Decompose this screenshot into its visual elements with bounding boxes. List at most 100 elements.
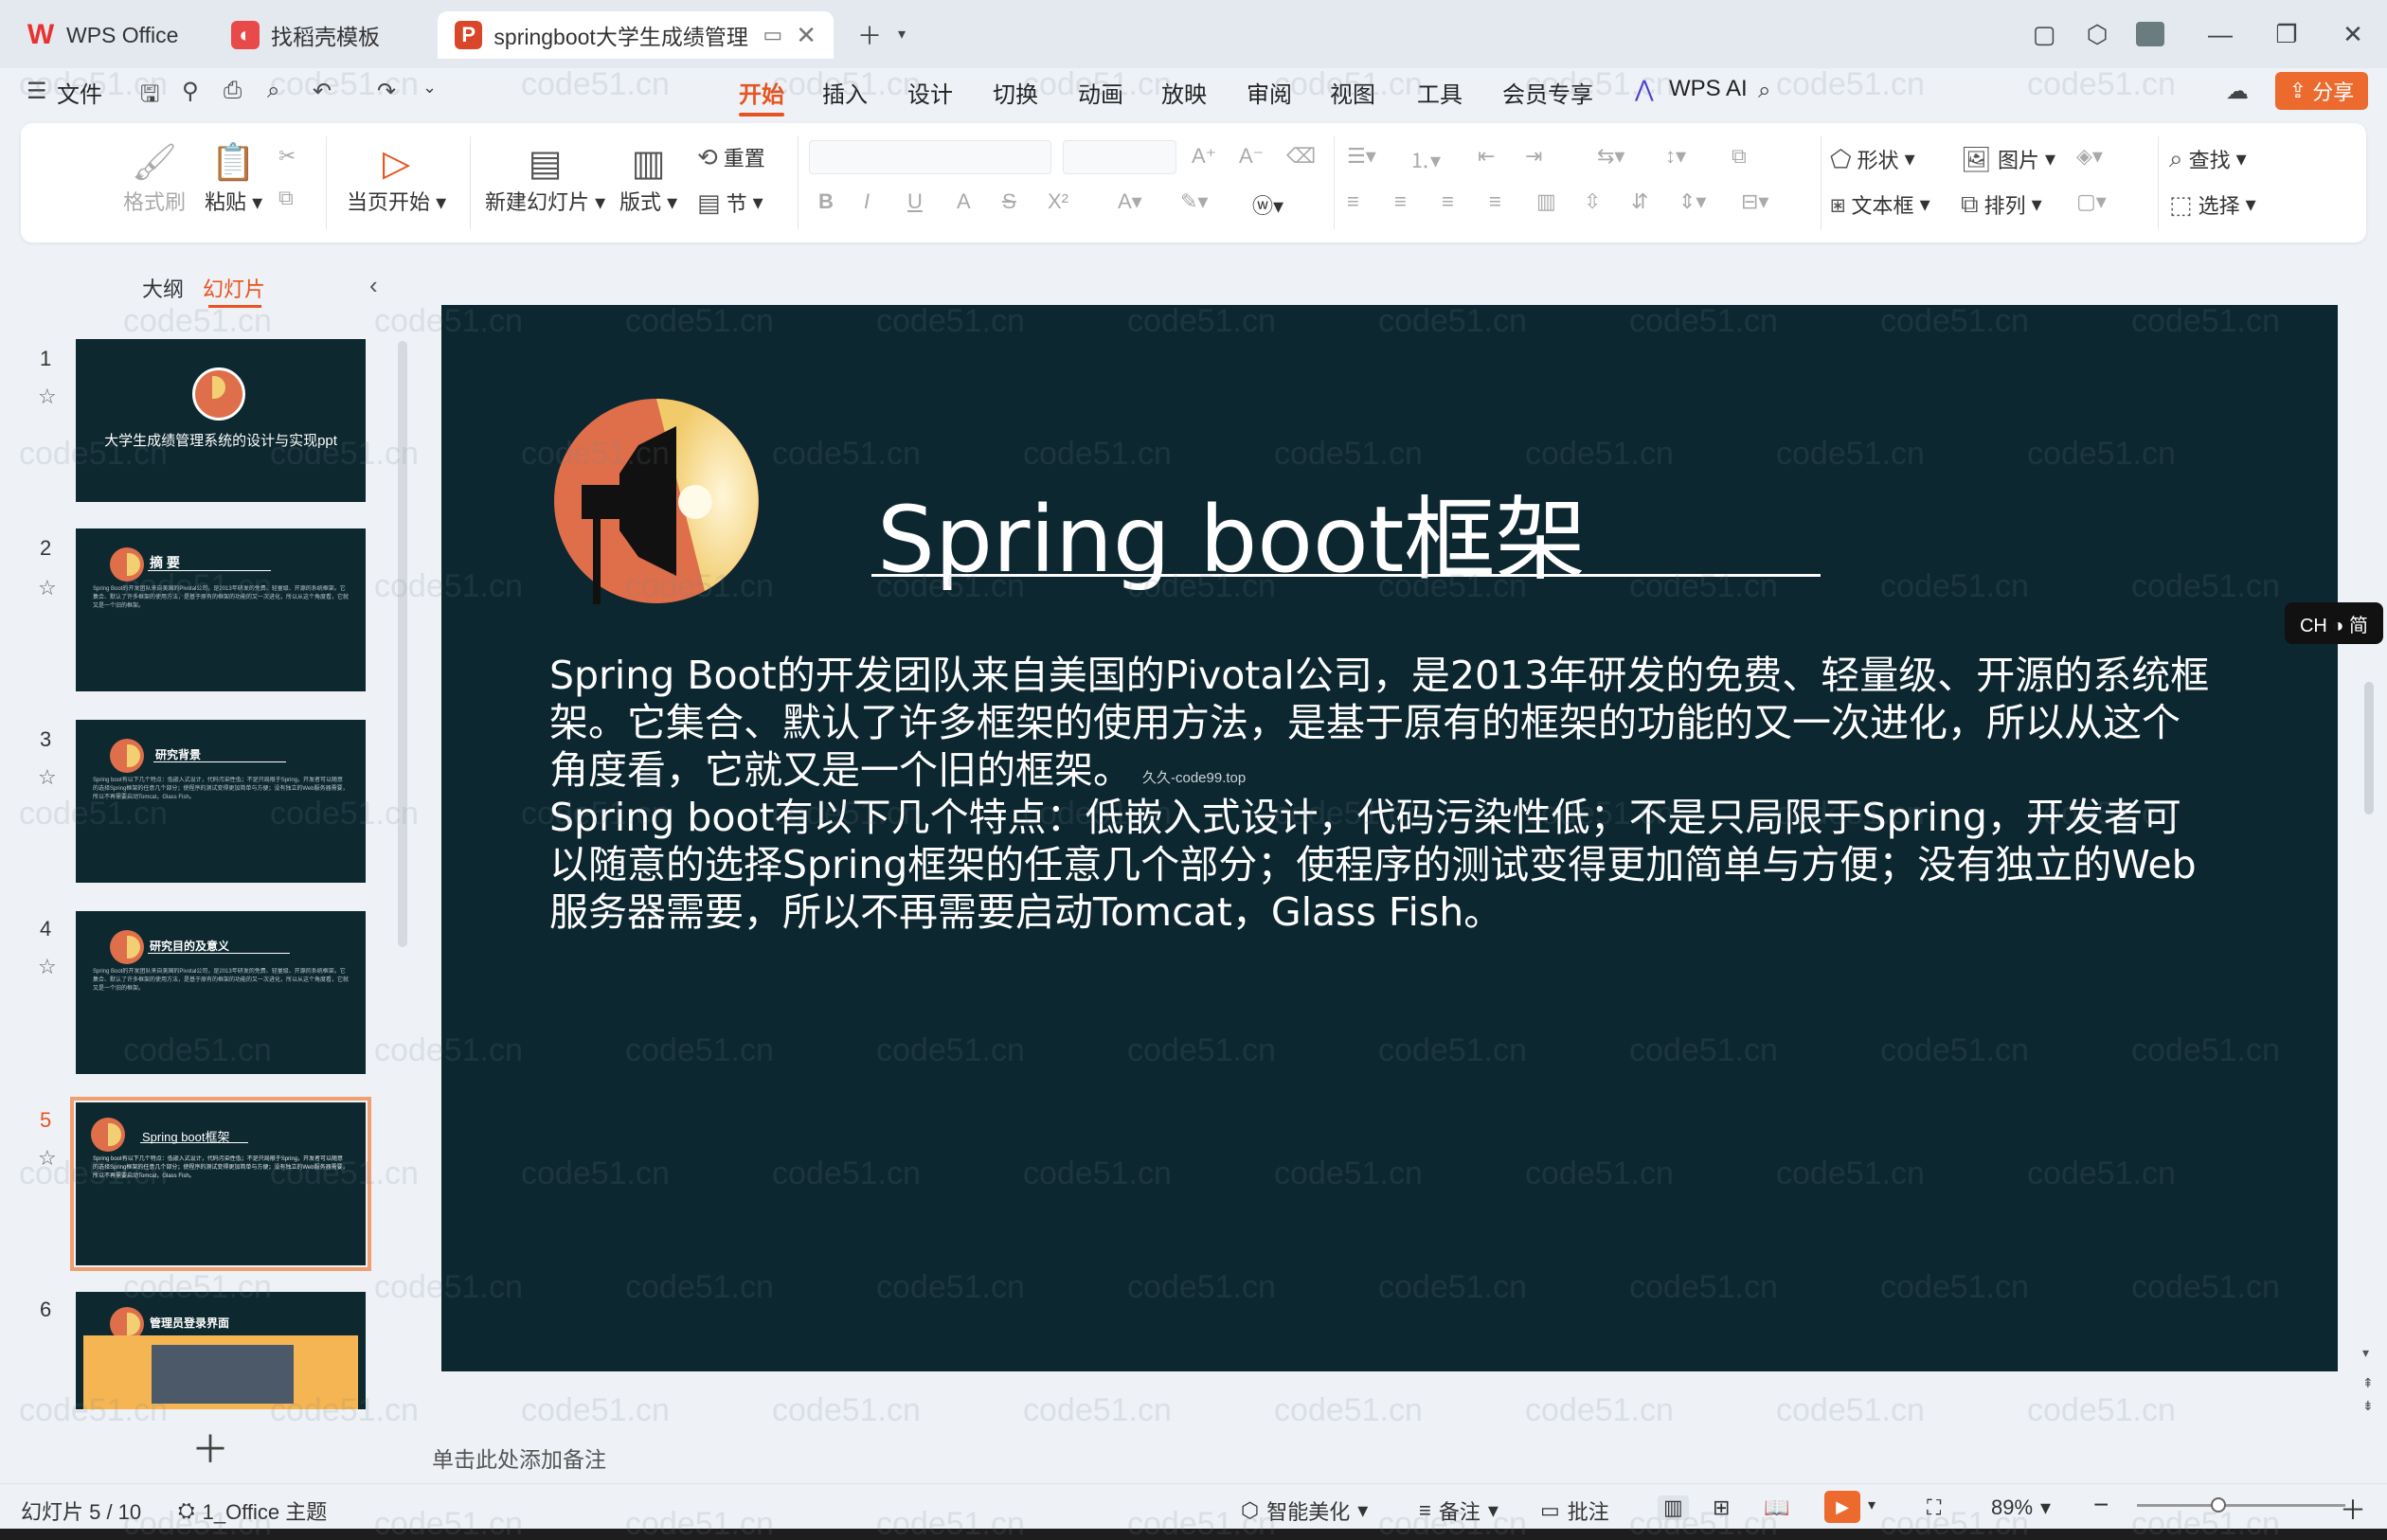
star-icon[interactable]: ☆ [38,1146,57,1171]
menu-file[interactable]: 文件 [57,76,102,109]
line-spacing-icon[interactable]: ↕▾ [1665,144,1686,169]
italic-icon[interactable]: I [864,189,870,214]
cube-icon[interactable]: ⬡ [2076,13,2118,55]
normal-view-icon[interactable]: ▥ [1658,1495,1689,1520]
menu-wps-ai[interactable]: WPS AI [1669,76,1748,102]
increase-indent-icon[interactable]: ⇥ [1525,144,1542,169]
shape-button[interactable]: ⬠ 形状 ▾ [1830,144,1915,174]
chevron-down-icon[interactable]: ▾ [881,13,923,55]
collapse-pane-icon[interactable]: ‹ [369,271,378,300]
copy-icon[interactable]: ⧉ [278,186,294,210]
cloud-upload-icon[interactable]: ☁ [2226,78,2249,105]
more-chevron-icon[interactable]: ⌄ [422,78,437,98]
section-button[interactable]: ▤ 节 ▾ [697,188,763,218]
menu-animation[interactable]: 动画 [1078,76,1123,109]
distribute-icon[interactable]: ▥ [1536,189,1556,214]
play-from-current-button[interactable]: ▷ 当页开始 ▾ [347,140,446,216]
numbered-list-icon[interactable]: ⒈▾ [1409,144,1441,174]
zoom-in-icon[interactable]: ＋ [2340,1490,2366,1528]
tab-template[interactable]: ◐ 找稻壳模板 [214,11,432,59]
notes-button[interactable]: ≡ 备注 ▾ [1419,1495,1499,1526]
slide-thumbnail-1[interactable]: 大学生成绩管理系统的设计与实现ppt [76,339,366,502]
slide-thumbnail-4[interactable]: 研究目的及意义 Spring Boot的开发团队来自美国的Pivotal公司，是… [76,911,366,1074]
slide-thumbnail-6[interactable]: 管理员登录界面 [76,1292,366,1409]
star-icon[interactable]: ☆ [38,385,57,409]
arrange-button[interactable]: ⧉ 排列 ▾ [1961,189,2042,220]
window-layout-icon[interactable]: ▢ [2023,13,2065,55]
star-icon[interactable]: ☆ [38,576,57,600]
font-family-select[interactable] [809,140,1051,174]
star-icon[interactable]: ☆ [38,955,57,979]
close-window-icon[interactable]: ✕ [2332,13,2374,55]
textbox-button[interactable]: ⧆ 文本框 ▾ [1830,189,1930,220]
slide-scrollbar[interactable] [2364,682,2374,815]
slideshow-play-button[interactable]: ▶ [1824,1491,1860,1523]
highlight-icon[interactable]: ✎▾ [1180,189,1208,214]
scroll-down-icon[interactable]: ▾ [2362,1345,2369,1361]
decrease-indent-icon[interactable]: ⇤ [1478,144,1495,169]
format-painter-button[interactable]: 🖌 格式刷 [123,140,186,216]
share-button[interactable]: ⇪ 分享 [2275,72,2368,110]
notes-area[interactable]: 单击此处添加备注 [417,1432,2349,1483]
slides-pane-scrollbar[interactable] [398,341,407,947]
paragraph-spacing-icon[interactable]: ⇵ [1631,189,1648,214]
ime-indicator[interactable]: CH ◑ 简 [2285,602,2383,644]
picture-button[interactable]: 🖼 图片 ▾ [1961,144,2055,174]
align-center-icon[interactable]: ≡ [1394,189,1407,214]
menu-home[interactable]: 开始 [739,76,784,116]
share-link-icon[interactable]: ⚲ [182,78,199,105]
bold-icon[interactable]: B [818,189,834,214]
fill-icon[interactable]: ◈▾ [2076,144,2103,169]
slide-thumbnail-2[interactable]: 摘 要 Spring Boot的开发团队来自美国的Pivotal公司，是2013… [76,528,366,691]
close-tab-icon[interactable]: ✕ [796,21,817,50]
slide-title[interactable]: Spring boot框架 [877,466,1586,598]
slide-sorter-icon[interactable]: ⊞ [1713,1495,1730,1520]
undo-icon[interactable]: ↶ [313,78,332,105]
text-direction-icon[interactable]: ⇆▾ [1597,144,1624,169]
tab-outline[interactable]: 大纲 [142,273,184,303]
tab-wps-office[interactable]: W WPS Office [9,11,208,59]
menu-tools[interactable]: 工具 [1417,76,1463,109]
clear-format-icon[interactable]: ⌫ [1286,144,1316,169]
justify-icon[interactable]: ≡ [1489,189,1501,214]
strikethrough-icon[interactable]: S [1002,189,1016,214]
reading-view-icon[interactable]: 📖 [1764,1495,1789,1520]
tab-slides[interactable]: 幻灯片 [203,273,265,303]
add-slide-icon[interactable]: ＋ [191,1419,229,1474]
reset-button[interactable]: ⟲ 重置 [697,142,765,172]
save-icon[interactable]: 🖫 [140,78,159,116]
menu-review[interactable]: 审阅 [1247,76,1292,109]
text-fit-icon[interactable]: ⊟▾ [1741,189,1768,214]
avatar[interactable] [2129,13,2171,55]
menu-transition[interactable]: 切换 [993,76,1038,109]
zoom-slider-track[interactable] [2137,1504,2345,1507]
search-icon[interactable]: ⌕ [1758,78,1770,104]
comments-button[interactable]: ▭ 批注 [1540,1495,1609,1526]
prev-slide-icon[interactable]: ⇞ [2362,1375,2374,1391]
decrease-font-icon[interactable]: A⁻ [1239,144,1264,169]
print-preview-icon[interactable]: ⌕ [267,78,279,104]
layout-button[interactable]: ▥ 版式 ▾ [619,140,677,216]
zoom-out-icon[interactable]: − [2093,1490,2109,1520]
theme-indicator[interactable]: ⛭ 1_Office 主题 [178,1495,327,1526]
slide-canvas[interactable]: Spring boot框架 Spring Boot的开发团队来自美国的Pivot… [441,305,2338,1371]
menu-view[interactable]: 视图 [1330,76,1375,109]
menu-member[interactable]: 会员专享 [1502,76,1593,109]
pinyin-icon[interactable]: ⓦ▾ [1252,189,1283,220]
zoom-level[interactable]: 89% ▾ [1991,1495,2051,1520]
menu-design[interactable]: 设计 [907,76,953,109]
font-color-icon[interactable]: A▾ [1118,189,1142,214]
zoom-slider-handle[interactable] [2211,1497,2226,1513]
select-button[interactable]: ⬚ 选择 ▾ [2169,189,2256,220]
hamburger-menu-icon[interactable]: ☰ [27,78,47,105]
shadow-text-icon[interactable]: A [957,189,971,214]
redo-icon[interactable]: ↷ [377,78,396,105]
find-button[interactable]: ⌕ 查找 ▾ [2169,144,2247,174]
new-slide-button[interactable]: ▤ 新建幻灯片 ▾ [485,140,605,216]
menu-insert[interactable]: 插入 [822,76,868,109]
menu-slideshow[interactable]: 放映 [1161,76,1207,109]
next-slide-icon[interactable]: ⇟ [2362,1398,2374,1414]
slide-thumbnail-3[interactable]: 研究背景 Spring boot有以下几个特点：低嵌入式设计，代码污染性低；不是… [76,720,366,883]
maximize-icon[interactable]: ❐ [2266,13,2307,55]
cut-icon[interactable]: ✂ [278,144,296,169]
